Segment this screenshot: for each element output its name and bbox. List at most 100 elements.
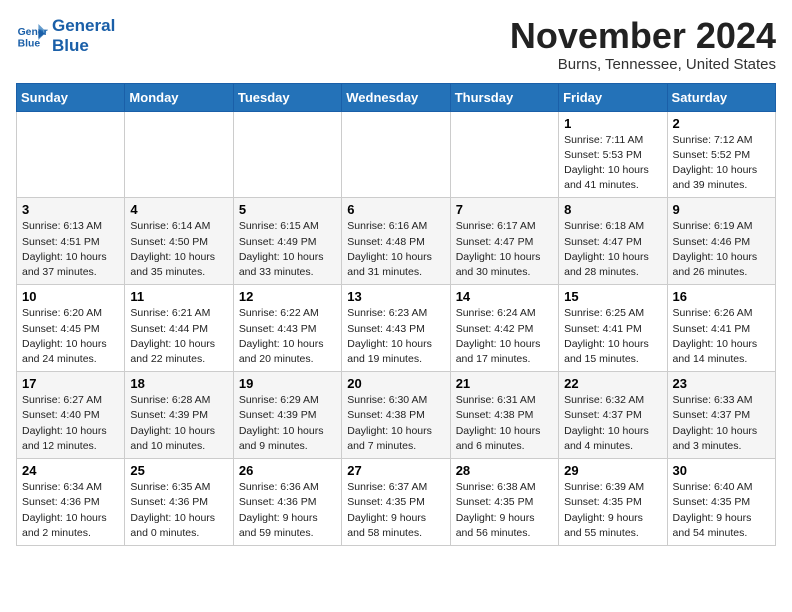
day-info: Sunrise: 6:35 AM Sunset: 4:36 PM Dayligh… (130, 480, 227, 541)
day-info: Sunrise: 6:26 AM Sunset: 4:41 PM Dayligh… (673, 306, 770, 367)
day-info: Sunrise: 6:14 AM Sunset: 4:50 PM Dayligh… (130, 219, 227, 280)
day-number: 3 (22, 202, 119, 217)
day-number: 13 (347, 289, 444, 304)
day-info: Sunrise: 6:15 AM Sunset: 4:49 PM Dayligh… (239, 219, 336, 280)
day-number: 21 (456, 376, 553, 391)
day-info: Sunrise: 6:20 AM Sunset: 4:45 PM Dayligh… (22, 306, 119, 367)
day-info: Sunrise: 6:40 AM Sunset: 4:35 PM Dayligh… (673, 480, 770, 541)
calendar-cell: 14 Sunrise: 6:24 AM Sunset: 4:42 PM Dayli… (450, 285, 558, 372)
day-info: Sunrise: 6:28 AM Sunset: 4:39 PM Dayligh… (130, 393, 227, 454)
day-number: 25 (130, 463, 227, 478)
day-number: 22 (564, 376, 661, 391)
day-number: 26 (239, 463, 336, 478)
day-info: Sunrise: 6:39 AM Sunset: 4:35 PM Dayligh… (564, 480, 661, 541)
day-number: 4 (130, 202, 227, 217)
weekday-header: Thursday (450, 83, 558, 111)
day-info: Sunrise: 6:19 AM Sunset: 4:46 PM Dayligh… (673, 219, 770, 280)
day-info: Sunrise: 6:18 AM Sunset: 4:47 PM Dayligh… (564, 219, 661, 280)
calendar-cell: 30 Sunrise: 6:40 AM Sunset: 4:35 PM Dayli… (667, 459, 775, 546)
calendar-cell: 4 Sunrise: 6:14 AM Sunset: 4:50 PM Daylig… (125, 198, 233, 285)
day-info: Sunrise: 6:25 AM Sunset: 4:41 PM Dayligh… (564, 306, 661, 367)
day-number: 17 (22, 376, 119, 391)
day-info: Sunrise: 6:16 AM Sunset: 4:48 PM Dayligh… (347, 219, 444, 280)
calendar-cell: 11 Sunrise: 6:21 AM Sunset: 4:44 PM Dayli… (125, 285, 233, 372)
calendar-cell (233, 111, 341, 198)
calendar-cell (342, 111, 450, 198)
day-number: 14 (456, 289, 553, 304)
calendar-cell: 3 Sunrise: 6:13 AM Sunset: 4:51 PM Daylig… (17, 198, 125, 285)
calendar-cell: 25 Sunrise: 6:35 AM Sunset: 4:36 PM Dayli… (125, 459, 233, 546)
calendar-cell: 17 Sunrise: 6:27 AM Sunset: 4:40 PM Dayli… (17, 372, 125, 459)
calendar-cell: 20 Sunrise: 6:30 AM Sunset: 4:38 PM Dayli… (342, 372, 450, 459)
logo: General Blue General Blue (16, 16, 115, 57)
calendar-cell: 7 Sunrise: 6:17 AM Sunset: 4:47 PM Daylig… (450, 198, 558, 285)
calendar-cell: 19Sunrise: 6:29 AM Sunset: 4:39 PM Dayli… (233, 372, 341, 459)
day-number: 7 (456, 202, 553, 217)
calendar-cell: 10 Sunrise: 6:20 AM Sunset: 4:45 PM Dayli… (17, 285, 125, 372)
logo-general: General (52, 16, 115, 36)
calendar-cell: 23 Sunrise: 6:33 AM Sunset: 4:37 PM Dayli… (667, 372, 775, 459)
calendar-cell: 5 Sunrise: 6:15 AM Sunset: 4:49 PM Daylig… (233, 198, 341, 285)
day-info: Sunrise: 6:17 AM Sunset: 4:47 PM Dayligh… (456, 219, 553, 280)
day-number: 6 (347, 202, 444, 217)
day-number: 20 (347, 376, 444, 391)
calendar-cell: 26 Sunrise: 6:36 AM Sunset: 4:36 PM Dayli… (233, 459, 341, 546)
day-info: Sunrise: 6:30 AM Sunset: 4:38 PM Dayligh… (347, 393, 444, 454)
calendar-cell (450, 111, 558, 198)
weekday-header: Friday (559, 83, 667, 111)
day-info: Sunrise: 6:33 AM Sunset: 4:37 PM Dayligh… (673, 393, 770, 454)
calendar-cell: 29 Sunrise: 6:39 AM Sunset: 4:35 PM Dayli… (559, 459, 667, 546)
day-info: Sunrise: 6:36 AM Sunset: 4:36 PM Dayligh… (239, 480, 336, 541)
calendar-cell: 21 Sunrise: 6:31 AM Sunset: 4:38 PM Dayli… (450, 372, 558, 459)
day-info: Sunrise: 7:12 AM Sunset: 5:52 PM Dayligh… (673, 133, 770, 194)
weekday-header: Tuesday (233, 83, 341, 111)
title-block: November 2024 Burns, Tennessee, United S… (510, 16, 776, 73)
day-number: 12 (239, 289, 336, 304)
day-number: 27 (347, 463, 444, 478)
day-number: 29 (564, 463, 661, 478)
day-number: 1 (564, 116, 661, 131)
calendar-cell: 9 Sunrise: 6:19 AM Sunset: 4:46 PM Daylig… (667, 198, 775, 285)
logo-icon: General Blue (16, 22, 48, 50)
day-info: Sunrise: 6:22 AM Sunset: 4:43 PM Dayligh… (239, 306, 336, 367)
calendar-cell: 8Sunrise: 6:18 AM Sunset: 4:47 PM Daylig… (559, 198, 667, 285)
calendar-cell: 12 Sunrise: 6:22 AM Sunset: 4:43 PM Dayli… (233, 285, 341, 372)
day-number: 23 (673, 376, 770, 391)
day-info: Sunrise: 6:27 AM Sunset: 4:40 PM Dayligh… (22, 393, 119, 454)
day-number: 5 (239, 202, 336, 217)
calendar-cell: 27 Sunrise: 6:37 AM Sunset: 4:35 PM Dayli… (342, 459, 450, 546)
weekday-header: Wednesday (342, 83, 450, 111)
day-number: 28 (456, 463, 553, 478)
day-info: Sunrise: 6:38 AM Sunset: 4:35 PM Dayligh… (456, 480, 553, 541)
weekday-header: Monday (125, 83, 233, 111)
calendar-cell: 13 Sunrise: 6:23 AM Sunset: 4:43 PM Dayli… (342, 285, 450, 372)
day-number: 9 (673, 202, 770, 217)
calendar-cell: 24Sunrise: 6:34 AM Sunset: 4:36 PM Dayli… (17, 459, 125, 546)
day-number: 30 (673, 463, 770, 478)
day-info: Sunrise: 6:29 AM Sunset: 4:39 PM Dayligh… (239, 393, 336, 454)
calendar-cell: 16 Sunrise: 6:26 AM Sunset: 4:41 PM Dayli… (667, 285, 775, 372)
calendar-cell: 1Sunrise: 7:11 AM Sunset: 5:53 PM Daylig… (559, 111, 667, 198)
day-info: Sunrise: 6:32 AM Sunset: 4:37 PM Dayligh… (564, 393, 661, 454)
calendar-cell: 18 Sunrise: 6:28 AM Sunset: 4:39 PM Dayli… (125, 372, 233, 459)
day-number: 18 (130, 376, 227, 391)
day-info: Sunrise: 6:13 AM Sunset: 4:51 PM Dayligh… (22, 219, 119, 280)
svg-text:Blue: Blue (18, 39, 41, 50)
location-subtitle: Burns, Tennessee, United States (510, 56, 776, 73)
day-info: Sunrise: 6:23 AM Sunset: 4:43 PM Dayligh… (347, 306, 444, 367)
day-info: Sunrise: 6:37 AM Sunset: 4:35 PM Dayligh… (347, 480, 444, 541)
calendar-cell (125, 111, 233, 198)
logo-blue: Blue (52, 36, 115, 56)
day-info: Sunrise: 6:24 AM Sunset: 4:42 PM Dayligh… (456, 306, 553, 367)
day-number: 11 (130, 289, 227, 304)
day-number: 15 (564, 289, 661, 304)
month-title: November 2024 (510, 16, 776, 56)
day-info: Sunrise: 6:21 AM Sunset: 4:44 PM Dayligh… (130, 306, 227, 367)
day-number: 2 (673, 116, 770, 131)
day-number: 10 (22, 289, 119, 304)
page-header: General Blue General Blue November 2024 … (16, 16, 776, 73)
calendar-table: SundayMondayTuesdayWednesdayThursdayFrid… (16, 83, 776, 546)
day-info: Sunrise: 6:34 AM Sunset: 4:36 PM Dayligh… (22, 480, 119, 541)
day-info: Sunrise: 6:31 AM Sunset: 4:38 PM Dayligh… (456, 393, 553, 454)
day-number: 16 (673, 289, 770, 304)
